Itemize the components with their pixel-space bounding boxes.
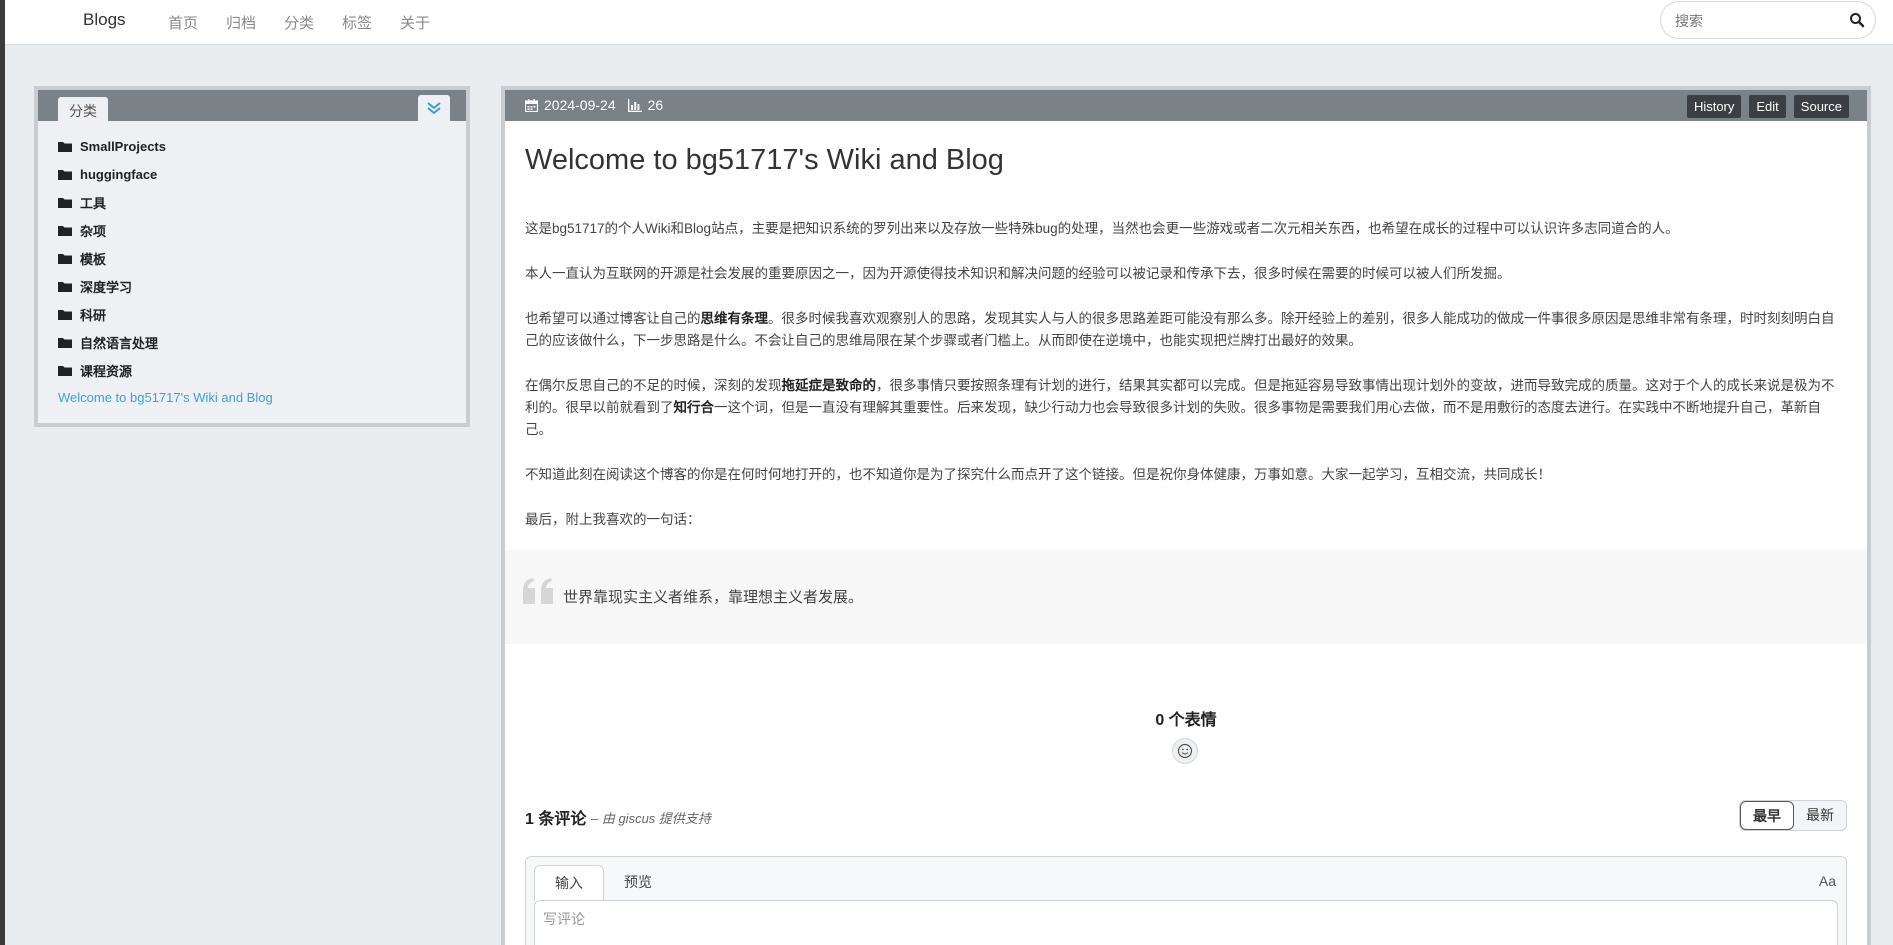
tab-write[interactable]: 输入 [534, 865, 604, 901]
post-link[interactable]: Welcome to bg51717's Wiki and Blog [58, 390, 273, 405]
quote-icon [523, 578, 553, 604]
comment-textarea[interactable]: 写评论 [534, 900, 1838, 945]
folder-icon [58, 281, 72, 292]
category-item[interactable]: 自然语言处理 [58, 328, 166, 356]
blockquote: 世界靠现实主义者维系，靠理想主义者发展。 [505, 550, 1867, 644]
category-tab[interactable]: 分类 [58, 97, 108, 123]
search-box [1660, 1, 1876, 39]
nav-links: 首页 归档 分类 标签 关于 [168, 12, 458, 33]
add-reaction-button[interactable] [1172, 738, 1198, 764]
calendar-icon [525, 98, 538, 112]
paragraph: 也希望可以通过博客让自己的思维有条理。很多时候我喜欢观察别人的思路，发现其实人与… [525, 311, 1835, 348]
collapse-toggle-button[interactable] [418, 95, 450, 121]
format-toggle-button[interactable]: Aa [1819, 873, 1836, 889]
category-list: SmallProjects huggingface 工具 杂项 模板 深度学习 … [58, 132, 166, 384]
paragraph: 最后，附上我喜欢的一句话： [525, 512, 701, 527]
category-item[interactable]: SmallProjects [58, 132, 166, 160]
quote-text: 世界靠现实主义者维系，靠理想主义者发展。 [563, 589, 864, 606]
folder-icon [58, 365, 72, 376]
post-meta: 2024-09-24 26 [525, 97, 663, 113]
nav-tags[interactable]: 标签 [342, 12, 372, 33]
view-count: 26 [647, 97, 664, 113]
paragraph: 在偶尔反思自己的不足的时候，深刻的发现拖延症是致命的，很多事情只要按照条理有计划… [525, 378, 1835, 437]
nav-home[interactable]: 首页 [168, 12, 198, 33]
edit-button[interactable]: Edit [1749, 95, 1786, 118]
post-title: Welcome to bg51717's Wiki and Blog [525, 144, 1004, 176]
sort-oldest-button[interactable]: 最早 [1740, 801, 1794, 830]
post-actions: History Edit Source [1686, 95, 1849, 118]
powered-by-giscus[interactable]: – 由 giscus 提供支持 [591, 808, 711, 827]
source-button[interactable]: Source [1793, 95, 1849, 118]
reactions-count: 0 个表情 [1155, 712, 1217, 729]
folder-icon [58, 169, 72, 180]
comments-header: 1 条评论 – 由 giscus 提供支持 最早 最新 [525, 800, 1847, 831]
comment-count: 1 条评论 [525, 811, 587, 828]
category-item[interactable]: 模板 [58, 244, 166, 272]
post-header-bar: 2024-09-24 26 History Edit Source [505, 90, 1867, 121]
nav-categories[interactable]: 分类 [284, 12, 314, 33]
nav-about[interactable]: 关于 [400, 12, 430, 33]
folder-icon [58, 337, 72, 348]
folder-icon [58, 141, 72, 152]
editor-tabs: 输入 预览 [534, 865, 672, 901]
category-item[interactable]: 工具 [58, 188, 166, 216]
paragraph: 不知道此刻在阅读这个博客的你是在何时何地打开的，也不知道你是为了探究什么而点开了… [525, 467, 1551, 482]
paragraph: 本人一直认为互联网的开源是社会发展的重要原因之一，因为开源使得技术知识和解决问题… [525, 266, 1511, 281]
search-icon[interactable] [1849, 12, 1865, 28]
paragraph: 这是bg51717的个人Wiki和Blog站点，主要是把知识系统的罗列出来以及存… [525, 221, 1679, 236]
chevron-double-down-icon [427, 102, 441, 115]
category-item[interactable]: huggingface [58, 160, 166, 188]
search-input[interactable] [1675, 11, 1835, 31]
site-brand[interactable]: Blogs [83, 10, 126, 30]
bar-chart-icon [627, 98, 642, 112]
category-item[interactable]: 杂项 [58, 216, 166, 244]
category-item[interactable]: 深度学习 [58, 272, 166, 300]
folder-icon [58, 197, 72, 208]
history-button[interactable]: History [1686, 95, 1742, 118]
category-panel: 分类 SmallProjects huggingface 工具 杂项 模板 深度… [34, 86, 470, 427]
tab-preview[interactable]: 预览 [604, 865, 672, 901]
nav-archive[interactable]: 归档 [226, 12, 256, 33]
comment-editor: 输入 预览 Aa 写评论 [525, 856, 1847, 945]
folder-icon [58, 225, 72, 236]
category-item[interactable]: 课程资源 [58, 356, 166, 384]
sort-newest-button[interactable]: 最新 [1794, 801, 1846, 830]
post-panel: 2024-09-24 26 History Edit Source Welcom… [501, 86, 1871, 945]
folder-icon [58, 253, 72, 264]
category-panel-header: 分类 [38, 90, 466, 123]
post-content: 这是bg51717的个人Wiki和Blog站点，主要是把知识系统的罗列出来以及存… [525, 218, 1847, 554]
post-date: 2024-09-24 [544, 97, 616, 113]
top-navbar: Blogs 首页 归档 分类 标签 关于 [5, 0, 1893, 45]
category-item[interactable]: 科研 [58, 300, 166, 328]
comment-sort-toggle: 最早 最新 [1739, 800, 1847, 831]
smiley-icon [1177, 743, 1193, 759]
window-edge [0, 0, 5, 945]
folder-icon [58, 309, 72, 320]
